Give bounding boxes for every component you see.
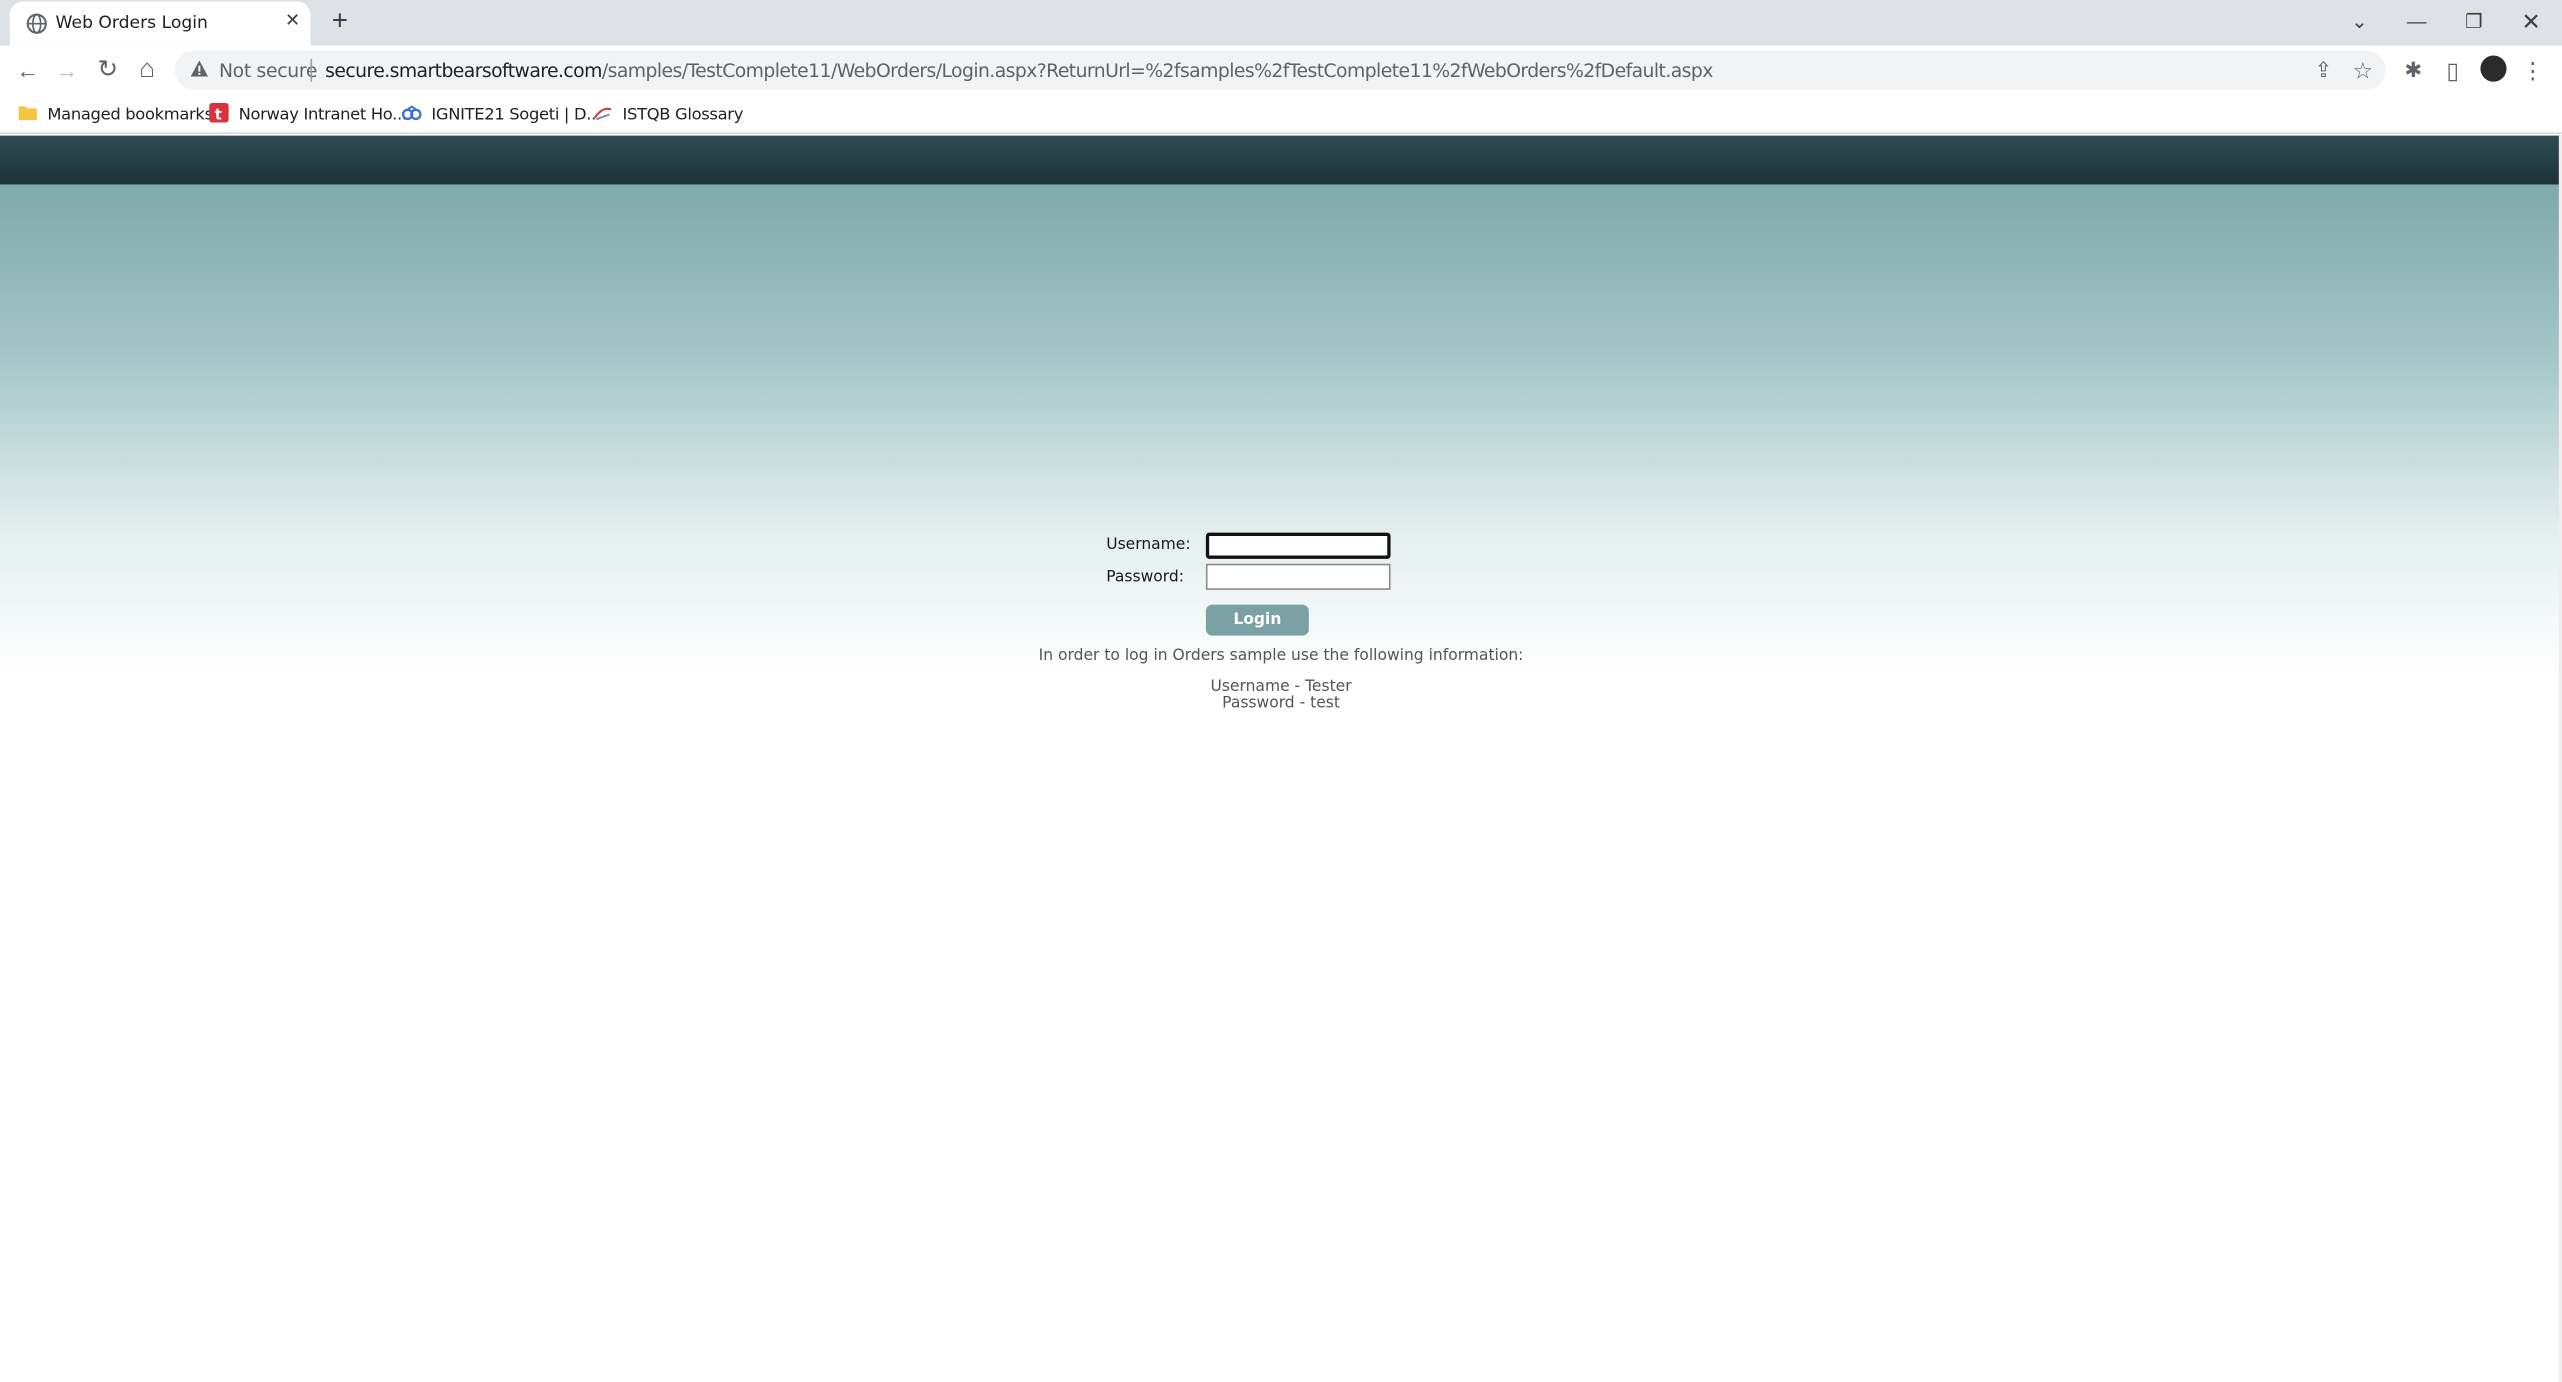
reload-icon[interactable]: ↻ (92, 54, 125, 87)
credentials-username: Username - Tester (1210, 678, 1352, 697)
globe-icon (26, 13, 47, 34)
tab-close-icon[interactable]: ✕ (281, 10, 304, 33)
intranet-icon: t (209, 102, 229, 123)
bookmark-ignite21[interactable]: IGNITE21 Sogeti | D... (401, 103, 601, 126)
side-panel-icon[interactable]: ▯ (2436, 54, 2469, 87)
login-info-text: In order to log in Orders sample use the… (1038, 647, 1524, 666)
username-input[interactable] (1205, 532, 1391, 559)
bookmark-label: ISTQB Glossary (622, 106, 744, 125)
istqb-icon (593, 107, 612, 121)
password-input[interactable] (1205, 563, 1391, 590)
page-content: Username: Password: Login In order to lo… (0, 135, 2562, 1382)
svg-text:t: t (215, 106, 222, 122)
share-icon[interactable]: ⇪ (2307, 54, 2340, 87)
minimize-icon[interactable]: — (2400, 5, 2433, 38)
extensions-icon[interactable]: ✱ (2397, 54, 2430, 87)
forward-icon[interactable]: → (51, 54, 84, 87)
browser-toolbar: ← → ↻ ⌂ Not secure secure.smartbearsoftw… (0, 45, 2562, 95)
page-gradient-background (0, 184, 2562, 675)
password-label: Password: (1106, 568, 1184, 587)
warning-icon[interactable] (190, 59, 210, 79)
username-label: Username: (1106, 535, 1191, 554)
bookmark-star-icon[interactable]: ☆ (2346, 54, 2379, 87)
bookmark-istqb-glossary[interactable]: ISTQB Glossary (593, 103, 743, 126)
address-bar[interactable]: Not secure secure.smartbearsoftware.com/… (174, 50, 2386, 90)
url-path: /samples/TestComplete11/WebOrders/Login.… (601, 58, 1714, 82)
url-host: secure.smartbearsoftware.com (325, 58, 602, 82)
address-separator (310, 58, 313, 82)
back-icon[interactable]: ← (11, 54, 44, 87)
bookmarks-bar: Managed bookmarks t Norway Intranet Ho...… (0, 94, 2562, 134)
login-button[interactable]: Login (1205, 604, 1309, 636)
credentials-password: Password - test (1222, 694, 1340, 713)
restore-icon[interactable]: ❐ (2458, 5, 2491, 38)
home-icon[interactable]: ⌂ (131, 54, 164, 87)
window-close-icon[interactable]: ✕ (2515, 5, 2548, 38)
ignite-icon (401, 105, 422, 121)
tab-strip: Web Orders Login ✕ + ⌄ — ❐ ✕ (0, 0, 2562, 46)
bookmark-label: Managed bookmarks (47, 106, 213, 125)
new-tab-button[interactable]: + (325, 6, 354, 36)
bookmark-managed[interactable]: Managed bookmarks (18, 103, 213, 126)
menu-icon[interactable]: ⋮ (2516, 54, 2549, 87)
bookmark-norway-intranet[interactable]: t Norway Intranet Ho... (209, 102, 408, 126)
security-label[interactable]: Not secure (219, 59, 317, 82)
tab-search-icon[interactable]: ⌄ (2343, 5, 2376, 38)
tab-web-orders-login[interactable]: Web Orders Login ✕ (9, 1, 311, 46)
page-header-bar (0, 135, 2562, 185)
url-text[interactable]: secure.smartbearsoftware.com/samples/Tes… (325, 59, 1713, 82)
bookmark-label: IGNITE21 Sogeti | D... (431, 106, 601, 125)
folder-icon (18, 106, 37, 121)
browser-window: Web Orders Login ✕ + ⌄ — ❐ ✕ ← → ↻ ⌂ Not… (0, 0, 2562, 1382)
bookmark-label: Norway Intranet Ho... (238, 106, 408, 125)
profile-avatar[interactable] (2480, 55, 2507, 82)
tab-title: Web Orders Login (55, 13, 208, 33)
